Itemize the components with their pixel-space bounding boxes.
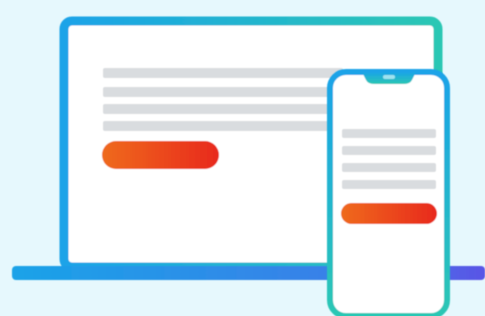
phone-text-line xyxy=(342,163,436,172)
laptop-text-line xyxy=(103,87,343,97)
phone-text-line xyxy=(342,180,436,189)
phone-text-line xyxy=(342,146,436,155)
laptop-button xyxy=(102,141,219,169)
phone-button xyxy=(341,203,437,224)
phone-speaker-dot xyxy=(383,75,395,79)
device-illustration xyxy=(0,0,485,316)
responsive-devices-graphic xyxy=(12,16,485,316)
phone-text-line xyxy=(342,129,436,138)
laptop-text-line xyxy=(103,104,343,114)
laptop-text-line xyxy=(103,68,343,78)
phone-frame xyxy=(327,69,450,316)
smartphone xyxy=(327,69,450,316)
laptop-text-line xyxy=(103,121,343,131)
